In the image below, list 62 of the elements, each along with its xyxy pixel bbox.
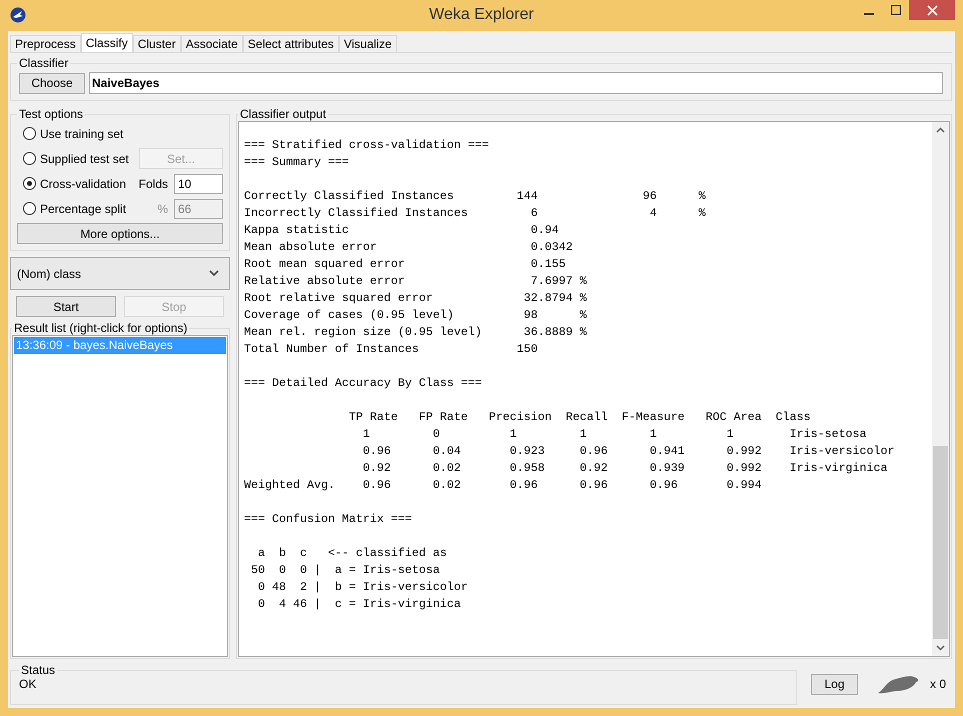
option-label: Use training set <box>40 126 124 140</box>
output-line: Correctly Classified Instances 144 96 % <box>244 188 707 205</box>
option-label: Percentage split <box>40 202 128 216</box>
group-label: Classifier output <box>239 107 328 121</box>
scrollbar-thumb[interactable] <box>933 446 948 639</box>
output-line: Total Number of Instances 150 <box>244 341 539 358</box>
radio-button[interactable] <box>23 202 36 215</box>
output-line: 0.92 0.02 0.958 0.92 0.939 0.992 Iris-virginica <box>362 460 889 477</box>
minimize-icon <box>864 12 874 14</box>
radio-button[interactable] <box>23 127 36 140</box>
start-button[interactable]: Start <box>16 296 116 317</box>
tab[interactable]: Preprocess <box>10 35 81 52</box>
output-line: Coverage of cases (0.95 level) 98 % <box>244 307 588 324</box>
tab[interactable]: Classify <box>80 33 133 52</box>
log-button[interactable]: Log <box>810 674 858 694</box>
output-line: a b c <-- classified as <box>256 545 448 562</box>
input-field[interactable]: 10 <box>174 174 223 194</box>
output-line: Root relative squared error 32.8794 % <box>244 290 588 307</box>
output-line: === Detailed Accuracy By Class === <box>244 375 483 392</box>
tab[interactable]: Visualize <box>338 35 397 52</box>
status-message: OK <box>19 677 36 691</box>
output-line: 1 0 1 1 1 1 Iris-setosa <box>362 426 868 443</box>
output-line: Weighted Avg. 0.96 0.02 0.96 0.96 0.96 0.994 <box>244 477 763 494</box>
radio-button[interactable] <box>23 177 36 190</box>
task-count: x 0 <box>930 677 946 691</box>
field-label: Folds <box>138 176 168 190</box>
scrollbar[interactable] <box>932 122 949 656</box>
output-line: TP Rate FP Rate Precision Recall F-Measure ROC Area Class <box>348 409 812 426</box>
output-line: Kappa statistic 0.94 <box>244 222 560 239</box>
app-icon <box>10 7 26 23</box>
choose-button[interactable]: Choose <box>19 72 85 94</box>
option-label: Cross-validation <box>40 176 128 190</box>
output-line: Mean absolute error 0.0342 <box>244 239 574 256</box>
maximize-icon <box>890 5 900 15</box>
group-label: Result list (right-click for options) <box>13 321 188 335</box>
tab[interactable]: Select attributes <box>242 35 339 52</box>
group-label: Classifier <box>18 56 70 70</box>
output-line: 0.96 0.04 0.923 0.96 0.941 0.992 Iris-versicolor <box>362 443 896 460</box>
output-line: === Stratified cross-validation === <box>244 137 490 154</box>
output-line: 0 4 46 | c = Iris-virginica <box>256 596 462 613</box>
close-icon <box>926 4 938 16</box>
tab[interactable]: Cluster <box>132 35 181 52</box>
radio-button[interactable] <box>23 152 36 165</box>
output-line: 50 0 0 | a = Iris-setosa <box>250 562 441 579</box>
group-label: Test options <box>18 107 84 121</box>
group-label: Status <box>20 663 56 677</box>
option-label: Supplied test set <box>40 152 130 166</box>
output-line: 0 48 2 | b = Iris-versicolor <box>256 579 469 596</box>
window-title: Weka Explorer <box>429 6 534 24</box>
output-line: Root mean squared error 0.155 <box>244 256 567 273</box>
output-line: === Summary === <box>244 154 350 171</box>
close-button[interactable] <box>909 0 955 20</box>
output-line: Relative absolute error 7.6997 % <box>244 273 588 290</box>
tab[interactable]: Associate <box>180 35 243 52</box>
class-dropdown[interactable]: (Nom) class <box>10 257 230 290</box>
more-options-button[interactable]: More options... <box>17 223 223 244</box>
caret-icon <box>209 270 219 277</box>
field-label: % <box>156 202 168 216</box>
output-line: Incorrectly Classified Instances 6 4 % <box>244 205 707 222</box>
classifier-field[interactable]: NaiveBayes <box>89 72 943 94</box>
output-line: === Confusion Matrix === <box>244 511 413 528</box>
output-line: Mean rel. region size (0.95 level) 36.8889 % <box>244 324 588 341</box>
